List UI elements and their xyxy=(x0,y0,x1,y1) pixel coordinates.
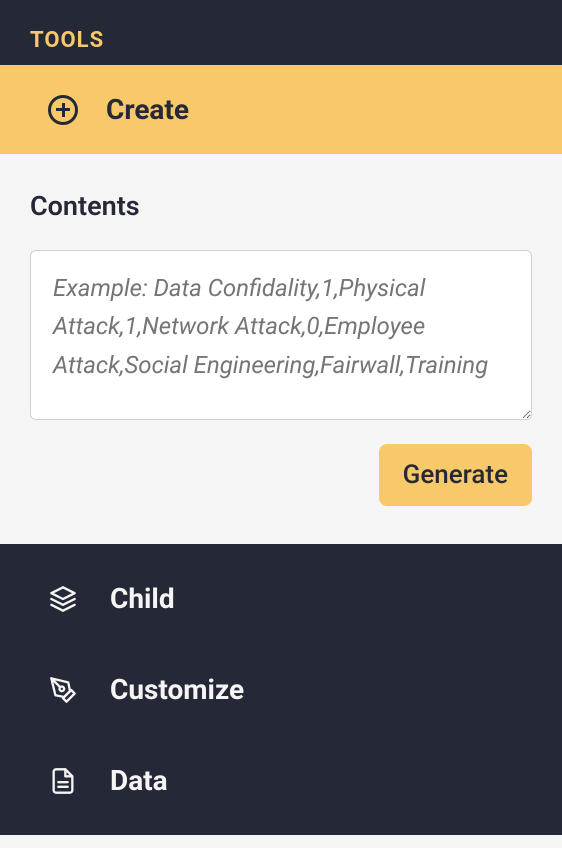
menu-section: Child Customize Data xyxy=(0,544,562,835)
menu-item-customize[interactable]: Customize xyxy=(48,673,514,706)
menu-item-label: Data xyxy=(110,764,168,797)
file-text-icon xyxy=(48,766,78,796)
button-row: Generate xyxy=(30,444,532,506)
contents-label: Contents xyxy=(30,190,532,222)
menu-item-child[interactable]: Child xyxy=(48,582,514,615)
plus-circle-icon xyxy=(48,95,78,125)
menu-item-data[interactable]: Data xyxy=(48,764,514,797)
create-label: Create xyxy=(106,93,189,126)
contents-textarea[interactable] xyxy=(30,250,532,420)
layers-icon xyxy=(48,584,78,614)
content-section: Contents Generate xyxy=(0,154,562,544)
create-section[interactable]: Create xyxy=(0,65,562,154)
generate-button[interactable]: Generate xyxy=(379,444,532,506)
header: TOOLS xyxy=(0,0,562,65)
menu-item-label: Customize xyxy=(110,673,244,706)
pen-tool-icon xyxy=(48,675,78,705)
tools-label: TOOLS xyxy=(30,28,532,53)
menu-item-label: Child xyxy=(110,582,175,615)
